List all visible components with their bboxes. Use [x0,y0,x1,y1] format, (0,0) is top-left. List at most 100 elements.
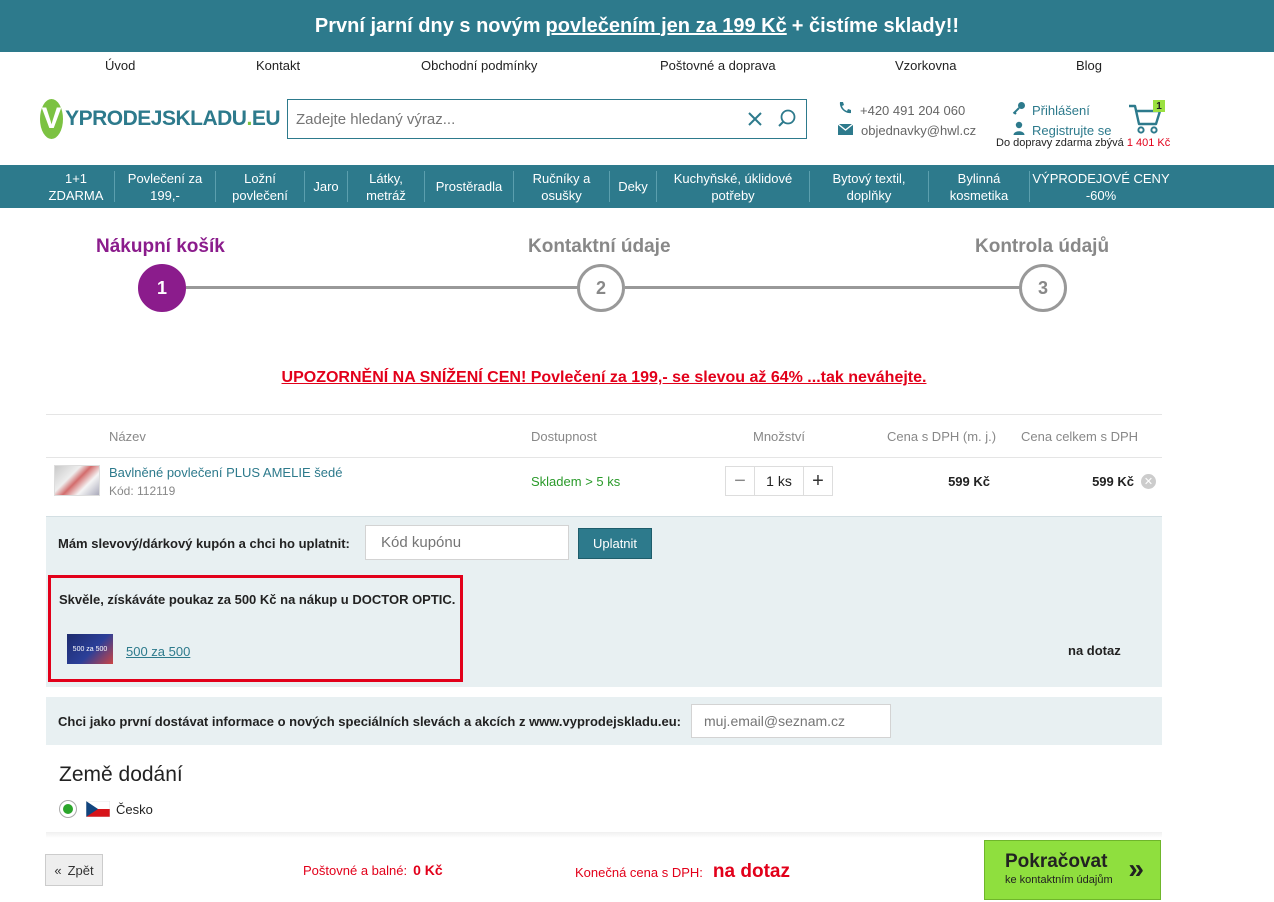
user-links: Přihlášení Registrujte se [1012,101,1111,141]
final-price-label: Konečná cena s DPH: [575,865,703,880]
continue-button-title: Pokračovat [1005,851,1108,872]
price-warning-link[interactable]: UPOZORNĚNÍ NA SNÍŽENÍ CEN! Povlečení za … [0,369,1208,387]
cart-table-header: Název Dostupnost Množství Cena s DPH (m.… [46,414,1162,458]
category-deky[interactable]: Deky [610,165,656,208]
step-connector-2 [625,286,1021,289]
site-logo[interactable]: V YPRODEJSKLADU.EU [40,98,281,140]
free-shipping-note: Do dopravy zdarma zbývá 1 401 Kč [996,137,1171,149]
decrease-quantity-button[interactable]: − [726,467,754,495]
promo-voucher-image[interactable]: 500 za 500 [67,634,113,664]
country-option-cz[interactable]: Česko [59,800,153,818]
product-name-link[interactable]: Bavlněné povlečení PLUS AMELIE šedé [109,465,342,480]
newsletter-label: Chci jako první dostávat informace o nov… [58,714,682,729]
cart-button[interactable]: 1 [1127,100,1167,140]
search-input[interactable] [288,100,742,138]
step-connector-1 [186,286,578,289]
final-price-value: na dotaz [712,861,790,882]
category-latky[interactable]: Látky, metráž [348,165,424,208]
final-price-summary: Konečná cena s DPH: na dotaz [575,861,790,883]
category-kuchynske[interactable]: Kuchyňské, úklidové potřeby [657,165,809,208]
promo-voucher-box: Skvěle, získáváte poukaz za 500 Kč na ná… [48,575,463,682]
header-unit-price: Cena s DPH (m. j.) [887,429,997,444]
nav-link-shipping[interactable]: Poštovné a doprava [660,58,776,73]
contact-info: +420 491 204 060 objednavky@hwl.cz [837,101,976,141]
newsletter-section: Chci jako první dostávat informace o nov… [46,697,1162,745]
header-availability: Dostupnost [531,429,597,444]
nav-link-terms[interactable]: Obchodní podmínky [421,58,537,73]
checkout-steps: Nákupní košík Kontaktní údaje Kontrola ú… [0,228,1274,318]
category-lozni-povleceni[interactable]: Ložní povlečení [216,165,304,208]
back-button-label: Zpět [67,862,94,878]
promo-text: Skvěle, získáváte poukaz za 500 Kč na ná… [59,592,456,607]
header-quantity: Množství [753,429,806,444]
product-code: Kód: 112119 [109,484,176,498]
product-thumbnail[interactable] [54,465,100,496]
step-3-circle: 3 [1019,264,1067,312]
clear-search-icon[interactable] [742,106,768,132]
email-address[interactable]: objednavky@hwl.cz [861,121,976,141]
step-1-circle: 1 [138,264,186,312]
category-prosteradla[interactable]: Prostěradla [425,165,513,208]
nav-link-contact[interactable]: Kontakt [256,58,300,73]
announcement-link[interactable]: povlečením jen za 199 Kč [546,15,787,38]
promo-voucher-link[interactable]: 500 za 500 [126,644,190,659]
announcement-text-pre: První jarní dny s novým [314,14,541,37]
coupon-section: Mám slevový/dárkový kupón a chci ho upla… [46,516,1162,687]
shipping-value: 0 Kč [413,862,443,878]
step-2-circle: 2 [577,264,625,312]
back-button[interactable]: « Zpět [45,854,103,886]
category-povleceni-199[interactable]: Povlečení za 199,- [115,165,215,208]
coupon-code-input[interactable] [365,525,569,560]
coupon-label: Mám slevový/dárkový kupón a chci ho upla… [58,536,350,551]
nav-link-home[interactable]: Úvod [105,58,135,73]
phone-icon [838,101,852,121]
category-vyprodej[interactable]: VÝPRODEJOVÉ CENY -60% [1030,165,1172,208]
header-total-price: Cena celkem s DPH [1021,429,1139,444]
email-icon [837,121,854,141]
free-shipping-amount: 1 401 Kč [1126,137,1171,149]
shipping-summary: Poštovné a balné: 0 Kč [303,862,443,878]
country-radio[interactable] [59,800,77,818]
product-total-price: 599 Kč [1092,474,1134,489]
nav-link-samples[interactable]: Vzorkovna [895,58,956,73]
step-2-label: Kontaktní údaje [528,236,671,257]
category-navigation: 1+1 ZDARMA Povlečení za 199,- Ložní povl… [0,165,1274,208]
increase-quantity-button[interactable]: + [804,467,832,495]
logo-text: YPRODEJSKLADU.EU [65,107,280,130]
shipping-label: Poštovné a balné: [303,863,408,878]
logo-mark: V [40,99,64,139]
header-name: Název [109,429,146,444]
nav-link-blog[interactable]: Blog [1076,58,1102,73]
category-bylinna-kosmetika[interactable]: Bylinná kosmetika [929,165,1029,208]
login-link[interactable]: Přihlášení [1032,101,1090,121]
search-bar [287,99,807,139]
phone-number[interactable]: +420 491 204 060 [860,101,965,121]
announcement-text-post: + čistíme sklady!! [791,14,960,37]
product-availability: Skladem > 5 ks [531,474,621,489]
product-unit-price: 599 Kč [948,474,990,489]
continue-button[interactable]: Pokračovat ke kontaktním údajům » [984,840,1161,900]
announcement-bar: První jarní dny s novým povlečením jen z… [0,0,1274,52]
step-1-label: Nákupní košík [96,236,225,257]
cart-item-row: Bavlněné povlečení PLUS AMELIE šedé Kód:… [46,458,1162,516]
category-jaro[interactable]: Jaro [305,165,347,208]
category-rucniky[interactable]: Ručníky a osušky [514,165,609,208]
continue-button-subtitle: ke kontaktním údajům [1005,874,1113,886]
czech-flag-icon [86,801,110,817]
search-icon[interactable] [774,106,800,132]
delivery-country-title: Země dodání [59,763,183,786]
remove-item-icon[interactable]: ✕ [1141,474,1156,489]
quantity-stepper: − 1 ks + [725,466,833,496]
footer-divider [46,832,1162,838]
key-icon [1012,101,1026,121]
newsletter-email-input[interactable] [691,704,891,738]
double-chevron-left-icon: « [54,862,62,878]
double-chevron-right-icon: » [1128,853,1144,884]
top-navigation: Úvod Kontakt Obchodní podmínky Poštovné … [0,58,1274,78]
promo-price: na dotaz [1068,643,1121,658]
category-bytovy-textil[interactable]: Bytový textil, doplňky [810,165,928,208]
step-3-label: Kontrola údajů [975,236,1110,257]
category-1plus1[interactable]: 1+1 ZDARMA [38,165,114,208]
quantity-value[interactable]: 1 ks [754,467,804,495]
apply-coupon-button[interactable]: Uplatnit [578,528,652,559]
